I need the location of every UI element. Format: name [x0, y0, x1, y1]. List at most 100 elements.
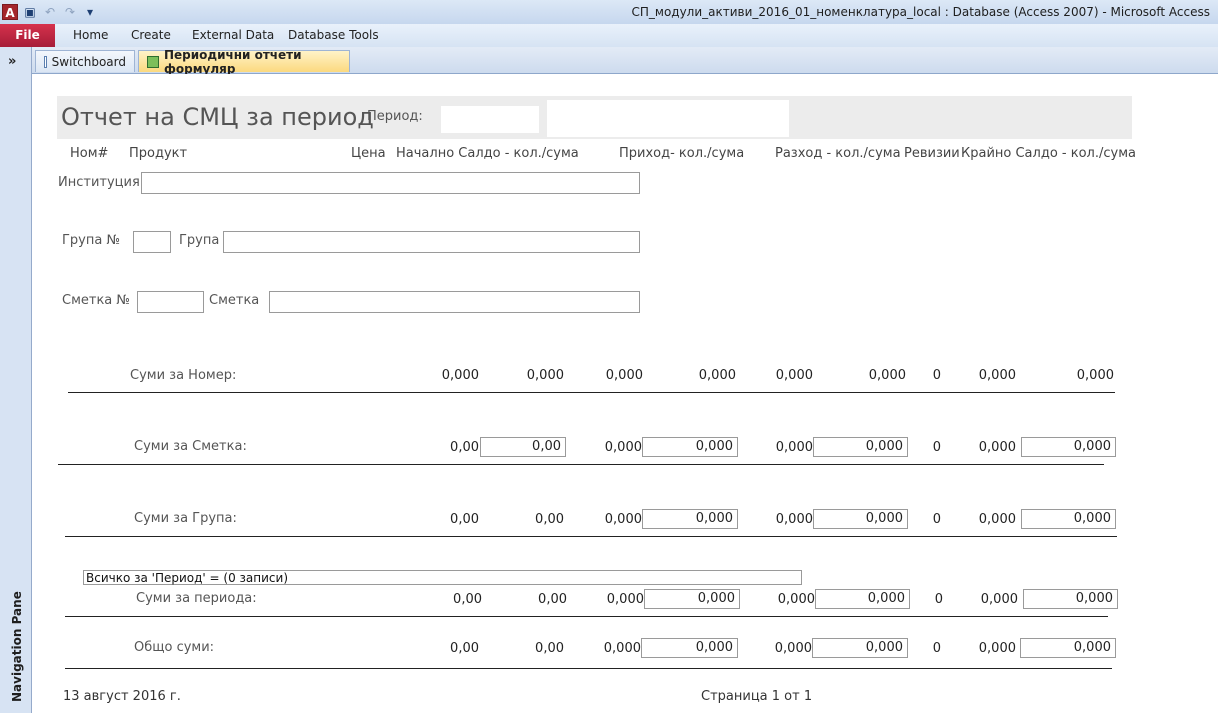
totals-account-label: Суми за Сметка:	[134, 439, 247, 454]
col-price: Цена	[351, 146, 386, 161]
separator-line	[68, 392, 1115, 393]
group-no-field[interactable]	[133, 231, 171, 253]
value: 0	[932, 512, 941, 527]
report-date: 13 август 2016 г.	[63, 689, 181, 704]
access-logo-icon[interactable]: A	[2, 4, 18, 20]
form-icon	[44, 55, 47, 68]
period-from-field[interactable]	[441, 106, 539, 133]
value: 0,000	[441, 368, 479, 383]
value: 0,000	[775, 440, 813, 455]
value: 0,000	[868, 368, 906, 383]
account-no-field[interactable]	[137, 291, 204, 313]
value: 0,000	[1076, 368, 1114, 383]
value-box: 0,000	[644, 589, 740, 609]
customize-qat-icon[interactable]: ▾	[82, 4, 98, 20]
period-label: Период:	[367, 109, 423, 124]
value: 0,00	[450, 440, 479, 455]
value: 0,000	[978, 641, 1016, 656]
value-box: 0,000	[641, 638, 738, 658]
col-income: Приход- кол./сума	[619, 146, 745, 161]
nav-pane-label[interactable]: Navigation Pane	[10, 591, 24, 702]
value: 0,00	[453, 592, 482, 607]
value-box: 0,000	[642, 437, 738, 457]
tab-label: Switchboard	[51, 54, 126, 69]
value: 0,000	[604, 512, 642, 527]
account-no-label: Сметка №	[62, 293, 130, 308]
tab-database-tools[interactable]: Database Tools	[288, 28, 379, 42]
value: 0	[932, 440, 941, 455]
tab-external-data[interactable]: External Data	[192, 28, 274, 42]
tab-switchboard[interactable]: Switchboard	[35, 50, 135, 72]
value-box: 0,000	[815, 589, 910, 609]
nav-pane-toggle-icon[interactable]: »	[8, 54, 16, 69]
redo-icon[interactable]: ↷	[62, 4, 78, 20]
ribbon: File Home Create External Data Database …	[0, 24, 1218, 48]
value-box: 0,000	[813, 509, 908, 529]
value: 0,000	[774, 641, 812, 656]
col-closing-balance: Крайно Салдо - кол./сума	[961, 146, 1136, 161]
tab-periodic-reports[interactable]: Периодични отчети формуляр	[138, 48, 350, 76]
value: 0,00	[450, 641, 479, 656]
totals-group-label: Суми за Група:	[134, 511, 237, 526]
totals-period-label: Суми за периода:	[136, 591, 257, 606]
col-number: Ном#	[70, 146, 109, 161]
value: 0,000	[978, 512, 1016, 527]
value: 0,000	[698, 368, 736, 383]
col-opening-balance: Начално Салдо - кол./сума	[396, 146, 579, 161]
value: 0	[932, 641, 941, 656]
value: 0,00	[538, 592, 567, 607]
period-summary: Всичко за 'Период' = (0 записи)	[83, 570, 802, 585]
value: 0,00	[450, 512, 479, 527]
col-expense: Разход - кол./сума	[775, 146, 901, 161]
value: 0,000	[526, 368, 564, 383]
window-title: СП_модули_активи_2016_01_номенклатура_lo…	[631, 5, 1210, 19]
value-box: 0,000	[1021, 509, 1116, 529]
tab-label: Периодични отчети формуляр	[163, 47, 302, 76]
navigation-pane[interactable]: » Navigation Pane	[0, 47, 32, 713]
value: 0,00	[535, 512, 564, 527]
institution-label: Институция	[58, 175, 140, 190]
group-no-label: Група №	[62, 233, 120, 248]
save-icon[interactable]: ▣	[22, 4, 38, 20]
separator-line	[65, 616, 1108, 617]
value: 0,000	[978, 440, 1016, 455]
report-header: Отчет на СМЦ за период Период:	[57, 96, 1132, 139]
tab-home[interactable]: Home	[73, 28, 108, 42]
tab-create[interactable]: Create	[131, 28, 171, 42]
grand-totals-label: Общо суми:	[134, 640, 215, 655]
page-number: Страница 1 от 1	[701, 689, 813, 704]
value: 0,000	[980, 592, 1018, 607]
value: 0,000	[605, 368, 643, 383]
value-box: 0,000	[813, 437, 908, 457]
account-label: Сметка	[209, 293, 260, 308]
value-box: 0,000	[1023, 589, 1118, 609]
institution-field[interactable]	[141, 172, 640, 194]
value: 0,000	[606, 592, 644, 607]
value: 0,000	[604, 440, 642, 455]
account-field[interactable]	[269, 291, 640, 313]
quick-access-toolbar: A ▣ ↶ ↷ ▾	[2, 3, 98, 21]
value: 0	[934, 592, 943, 607]
period-to-field[interactable]	[547, 100, 789, 137]
value: 0,000	[603, 641, 641, 656]
col-product: Продукт	[129, 146, 188, 161]
totals-number-label: Суми за Номер:	[130, 368, 237, 383]
separator-line	[58, 464, 1104, 465]
report-title: Отчет на СМЦ за период	[61, 103, 374, 131]
value-box: 0,000	[1021, 437, 1116, 457]
value: 0,000	[775, 512, 813, 527]
title-bar: A ▣ ↶ ↷ ▾ СП_модули_активи_2016_01_номен…	[0, 0, 1218, 24]
col-revisions: Ревизии	[904, 146, 960, 161]
value: 0	[932, 368, 941, 383]
file-tab[interactable]: File	[0, 24, 55, 47]
report-canvas: Отчет на СМЦ за период Период: Ном# Прод…	[33, 74, 1218, 713]
value-box: 0,000	[642, 509, 738, 529]
document-tab-bar: Switchboard Периодични отчети формуляр	[32, 47, 1218, 76]
report-icon	[147, 55, 159, 68]
undo-icon[interactable]: ↶	[42, 4, 58, 20]
value-box: 0,000	[812, 638, 908, 658]
group-field[interactable]	[223, 231, 640, 253]
value: 0,000	[777, 592, 815, 607]
value-box: 0,000	[1020, 638, 1116, 658]
value: 0,00	[535, 641, 564, 656]
